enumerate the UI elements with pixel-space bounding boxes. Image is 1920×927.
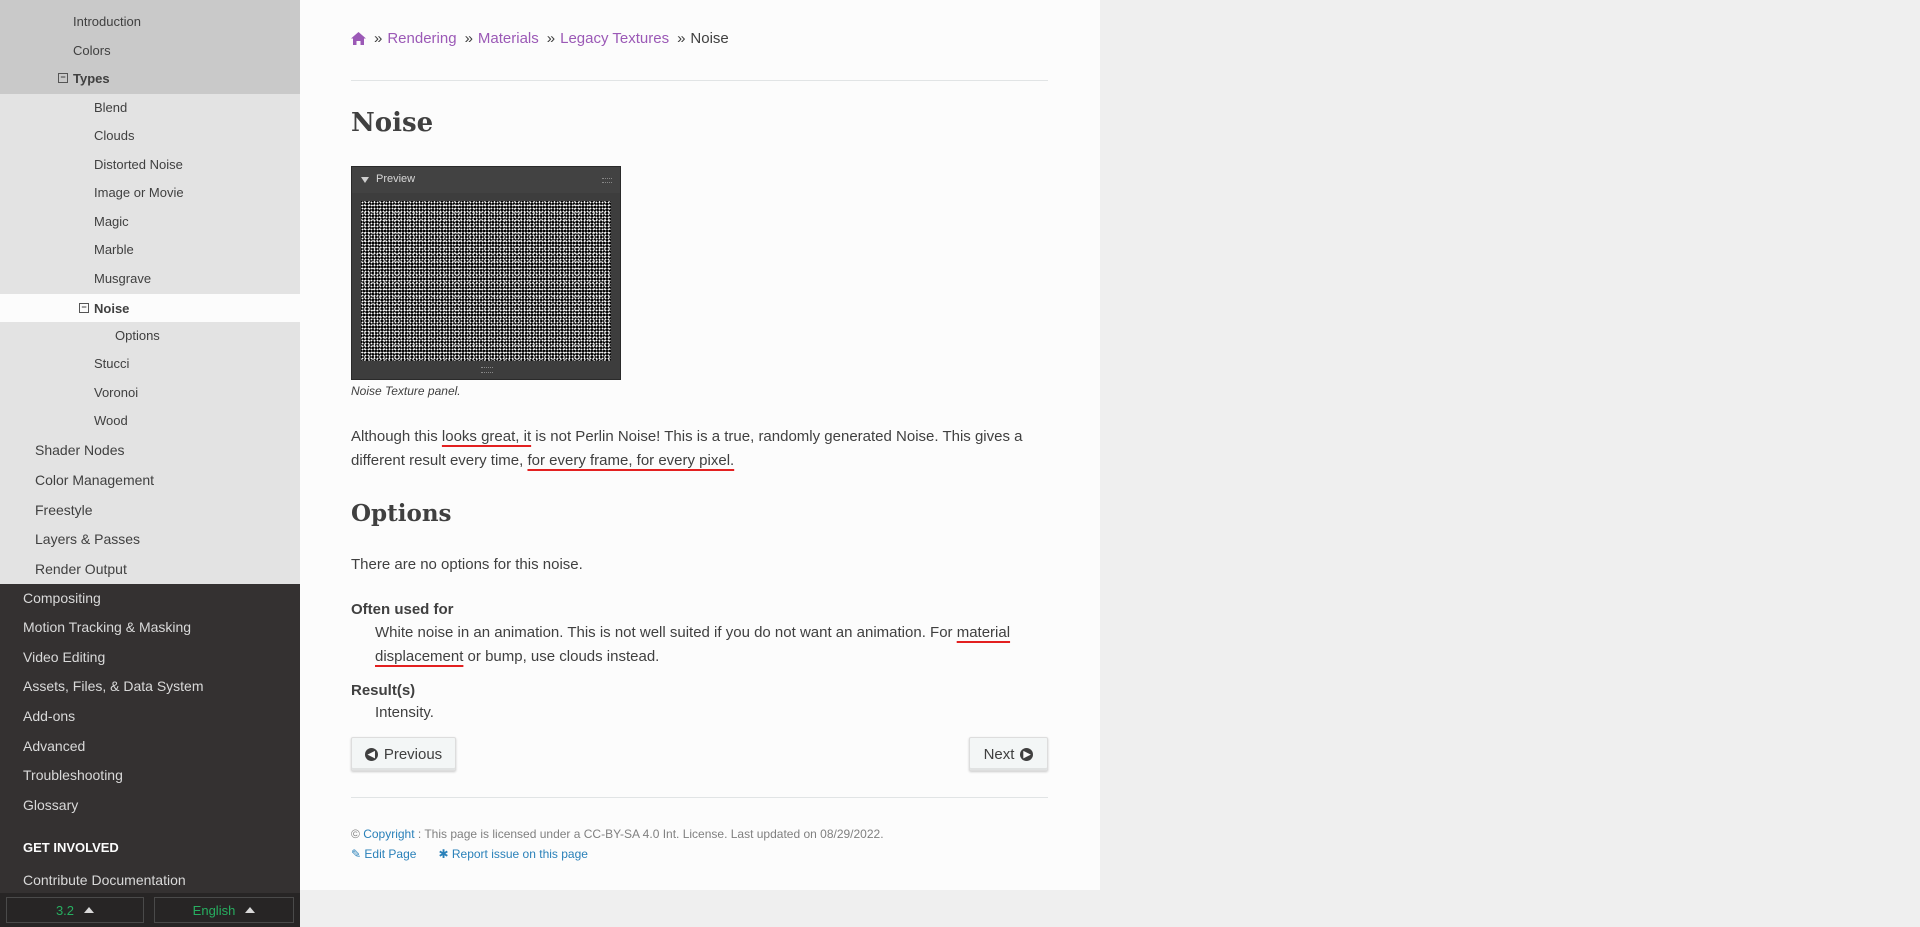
copyright-link[interactable]: Copyright — [363, 827, 414, 841]
breadcrumb-separator: » — [677, 30, 686, 47]
annotation-underline: looks great, it — [441, 428, 532, 445]
sidebar-item-noise-current[interactable]: − Noise — [0, 294, 300, 322]
next-button[interactable]: Next ▶ — [969, 737, 1048, 771]
sidebar-item-options[interactable]: Options — [0, 324, 300, 346]
collapse-icon[interactable]: − — [58, 73, 68, 83]
annotation-underline: for every frame, for every pixel. — [527, 452, 735, 469]
edit-page-link[interactable]: ✎ Edit Page — [351, 847, 416, 861]
sidebar-item-layers-passes[interactable]: Layers & Passes — [0, 528, 300, 550]
options-text: There are no options for this noise. — [351, 556, 583, 573]
sidebar-item-motion-tracking[interactable]: Motion Tracking & Masking — [23, 619, 191, 635]
sidebar-item-musgrave[interactable]: Musgrave — [0, 267, 300, 289]
divider — [351, 80, 1048, 81]
sidebar-item-clouds[interactable]: Clouds — [0, 124, 300, 146]
intro-paragraph: Although this looks great, it is not Per… — [351, 428, 1023, 469]
previous-button[interactable]: ◀ Previous — [351, 737, 456, 771]
resize-grip-icon — [481, 367, 493, 373]
footer-license: © Copyright : This page is licensed unde… — [351, 827, 884, 841]
sidebar-item-colors[interactable]: Colors — [0, 39, 300, 61]
sidebar-item-distorted-noise[interactable]: Distorted Noise — [0, 153, 300, 175]
footer-links: ✎ Edit Page ✱ Report issue on this page — [351, 847, 588, 861]
preview-panel-title: Preview — [376, 173, 416, 185]
sidebar-item-types[interactable]: − Types — [0, 67, 300, 89]
caret-up-icon — [84, 907, 95, 913]
sidebar-item-troubleshooting[interactable]: Troubleshooting — [23, 767, 123, 783]
sidebar-item-image-or-movie[interactable]: Image or Movie — [0, 181, 300, 203]
collapse-icon[interactable]: − — [79, 303, 89, 313]
breadcrumb-materials[interactable]: Materials — [478, 30, 539, 47]
often-used-description: White noise in an animation. This is not… — [375, 624, 1011, 665]
page-title: Noise — [351, 108, 434, 138]
sidebar-item-voronoi[interactable]: Voronoi — [0, 381, 300, 403]
breadcrumb-legacy-textures[interactable]: Legacy Textures — [560, 30, 669, 47]
home-icon[interactable] — [351, 31, 366, 46]
sidebar-section-caption: GET INVOLVED — [23, 840, 119, 855]
breadcrumb-separator: » — [546, 30, 556, 47]
sidebar-item-video-editing[interactable]: Video Editing — [23, 649, 105, 665]
sidebar-item-freestyle[interactable]: Freestyle — [0, 499, 300, 521]
sidebar-item-advanced[interactable]: Advanced — [23, 738, 85, 754]
sidebar-item-color-management[interactable]: Color Management — [0, 469, 300, 491]
sidebar-item-wood[interactable]: Wood — [0, 409, 300, 431]
figure-caption: Noise Texture panel. — [351, 384, 461, 398]
breadcrumb-separator: » — [464, 30, 473, 47]
often-used-label: Often used for — [351, 601, 454, 618]
sidebar-item-assets-files[interactable]: Assets, Files, & Data System — [23, 678, 204, 694]
report-issue-link[interactable]: ✱ Report issue on this page — [438, 847, 588, 861]
results-label: Result(s) — [351, 682, 416, 699]
divider — [351, 797, 1048, 798]
caret-up-icon — [245, 907, 256, 913]
sidebar-item-introduction[interactable]: Introduction — [0, 10, 300, 32]
sidebar-item-blend[interactable]: Blend — [0, 96, 300, 118]
page-background — [1100, 0, 1920, 927]
disclosure-triangle-icon — [361, 177, 369, 183]
content-bottom-gutter — [300, 890, 1100, 927]
edit-icon: ✎ — [351, 847, 362, 861]
sidebar-item-render-output[interactable]: Render Output — [0, 558, 300, 580]
breadcrumb-rendering[interactable]: Rendering — [387, 30, 456, 47]
sidebar-item-shader-nodes[interactable]: Shader Nodes — [0, 439, 300, 461]
preview-panel-header: Preview — [352, 167, 620, 193]
breadcrumb: » Rendering » Materials » Legacy Texture… — [351, 30, 1048, 47]
arrow-circle-right-icon: ▶ — [1020, 747, 1034, 761]
preview-panel-figure: Preview — [351, 166, 621, 380]
results-text: Intensity. — [375, 704, 434, 721]
arrow-circle-left-icon: ◀ — [364, 747, 378, 761]
sidebar-item-contribute[interactable]: Contribute Documentation — [23, 872, 186, 888]
bug-icon: ✱ — [438, 847, 449, 861]
sidebar: Introduction Colors − Types Blend Clouds … — [0, 0, 300, 927]
sidebar-item-marble[interactable]: Marble — [0, 238, 300, 260]
version-switcher-bar: 3.2 English — [0, 893, 300, 927]
noise-preview-image — [361, 201, 611, 361]
sidebar-item-add-ons[interactable]: Add-ons — [23, 708, 75, 724]
sidebar-item-magic[interactable]: Magic — [0, 210, 300, 232]
sidebar-item-glossary[interactable]: Glossary — [23, 797, 78, 813]
sidebar-item-compositing[interactable]: Compositing — [23, 590, 101, 606]
options-heading: Options — [351, 500, 452, 527]
sidebar-item-stucci[interactable]: Stucci — [0, 352, 300, 374]
breadcrumb-current: Noise — [690, 30, 729, 47]
breadcrumb-separator: » — [374, 30, 383, 47]
language-select[interactable]: English — [154, 897, 294, 923]
version-select[interactable]: 3.2 — [6, 897, 144, 923]
drag-grip-icon — [602, 178, 612, 183]
